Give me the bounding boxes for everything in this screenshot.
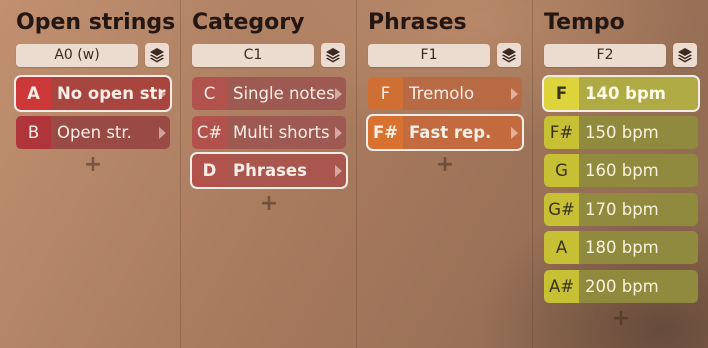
item-key: G#: [544, 192, 579, 226]
item-key: C#: [192, 115, 227, 149]
layers-icon[interactable]: [145, 43, 169, 67]
column-category: Category C1 C Single notes C# Multi shor…: [176, 0, 352, 348]
keyswitch-field[interactable]: F1: [368, 43, 490, 67]
item-key: G: [544, 154, 579, 187]
keyswitch-field[interactable]: F2: [544, 43, 666, 67]
list-item[interactable]: F Tremolo: [368, 77, 522, 110]
list-item[interactable]: F# 150 bpm: [544, 115, 698, 149]
item-key: D: [192, 154, 227, 187]
list-item[interactable]: D Phrases: [190, 152, 348, 189]
column-phrases: Phrases F1 F Tremolo F# Fast rep. +: [352, 0, 528, 348]
item-key: A: [16, 77, 51, 110]
item-label: 160 bpm: [579, 154, 698, 187]
layers-icon[interactable]: [321, 43, 345, 67]
list-item[interactable]: B Open str.: [16, 115, 170, 149]
item-label: Tremolo: [403, 77, 522, 110]
column-tempo: Tempo F2 F 140 bpm F# 150 bpm G 160 bpm …: [528, 0, 704, 348]
keyswitch-field[interactable]: C1: [192, 43, 314, 67]
chevron-right-icon[interactable]: [335, 88, 342, 100]
column-title: Category: [192, 10, 305, 35]
item-key: F#: [368, 115, 403, 149]
item-key: F#: [544, 115, 579, 149]
item-key: C: [192, 77, 227, 110]
plus-icon[interactable]: +: [16, 154, 170, 176]
plus-icon[interactable]: +: [192, 192, 346, 215]
column-title: Phrases: [368, 10, 467, 35]
list-item[interactable]: A 180 bpm: [544, 231, 698, 264]
item-key: F: [544, 77, 579, 110]
plus-icon[interactable]: +: [544, 308, 698, 330]
list-item[interactable]: G# 170 bpm: [544, 192, 698, 226]
item-label: 170 bpm: [579, 192, 698, 226]
column-open-strings: Open strings A0 (w) A No open str B Open…: [0, 0, 176, 348]
chevron-right-icon[interactable]: [511, 126, 518, 139]
item-label: 180 bpm: [579, 231, 698, 264]
chevron-right-icon[interactable]: [335, 126, 342, 139]
list-item[interactable]: C Single notes: [192, 77, 346, 110]
chevron-right-icon[interactable]: [335, 165, 342, 177]
item-label: Single notes: [227, 77, 346, 110]
column-title: Tempo: [544, 10, 625, 35]
chevron-right-icon[interactable]: [159, 88, 166, 100]
item-label: 200 bpm: [579, 269, 698, 303]
chevron-right-icon[interactable]: [511, 88, 518, 100]
item-label: Fast rep.: [403, 115, 522, 149]
list-item[interactable]: A No open str: [14, 75, 172, 112]
list-item[interactable]: F# Fast rep.: [366, 113, 524, 151]
item-label: Multi shorts: [227, 115, 346, 149]
item-label: No open str: [51, 77, 170, 110]
item-key: A#: [544, 269, 579, 303]
plus-icon[interactable]: +: [368, 154, 522, 176]
item-label: 140 bpm: [579, 77, 698, 110]
item-label: Open str.: [51, 115, 170, 149]
list-item[interactable]: A# 200 bpm: [544, 269, 698, 303]
list-item[interactable]: F 140 bpm: [542, 75, 700, 112]
chevron-right-icon[interactable]: [159, 126, 166, 139]
list-item[interactable]: C# Multi shorts: [192, 115, 346, 149]
item-key: A: [544, 231, 579, 264]
item-label: 150 bpm: [579, 115, 698, 149]
column-title: Open strings: [16, 10, 176, 35]
item-key: B: [16, 115, 51, 149]
keyswitch-field[interactable]: A0 (w): [16, 43, 138, 67]
list-item[interactable]: G 160 bpm: [544, 154, 698, 187]
layers-icon[interactable]: [673, 43, 697, 67]
item-key: F: [368, 77, 403, 110]
layers-icon[interactable]: [497, 43, 521, 67]
item-label: Phrases: [227, 154, 346, 187]
